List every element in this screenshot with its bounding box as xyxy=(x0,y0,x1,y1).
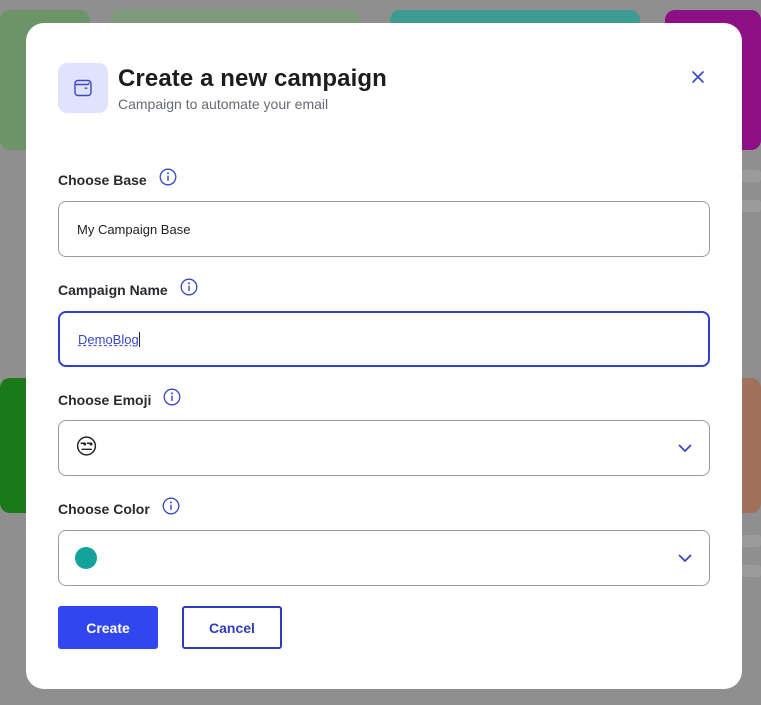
selected-emoji: 😒 xyxy=(75,435,98,460)
info-icon[interactable] xyxy=(163,388,181,406)
wallet-icon xyxy=(58,63,108,113)
color-select[interactable] xyxy=(58,530,710,586)
modal-subtitle: Campaign to automate your email xyxy=(118,96,329,112)
choose-emoji-label: Choose Emoji xyxy=(58,388,181,409)
choose-color-label: Choose Color xyxy=(58,497,180,518)
emoji-select[interactable]: 😒 xyxy=(58,420,710,476)
background-line xyxy=(740,170,761,182)
info-icon[interactable] xyxy=(180,278,198,296)
choose-color-label-text: Choose Color xyxy=(58,501,150,517)
info-icon[interactable] xyxy=(162,497,180,515)
choose-base-label: Choose Base xyxy=(58,168,177,189)
campaign-name-label-text: Campaign Name xyxy=(58,282,168,298)
campaign-name-value: DemoBlog xyxy=(78,331,139,347)
choose-emoji-label-text: Choose Emoji xyxy=(58,392,152,408)
create-button[interactable]: Create xyxy=(58,606,158,649)
text-caret xyxy=(138,331,140,347)
campaign-name-label: Campaign Name xyxy=(58,278,198,299)
base-input[interactable]: My Campaign Base xyxy=(58,201,710,257)
chevron-down-icon xyxy=(677,440,693,456)
campaign-name-input[interactable]: DemoBlog xyxy=(58,311,710,367)
info-icon[interactable] xyxy=(159,168,177,186)
cancel-button[interactable]: Cancel xyxy=(182,606,282,649)
close-icon[interactable] xyxy=(688,67,708,87)
background-line xyxy=(740,535,761,547)
background-line xyxy=(740,565,761,577)
background-line xyxy=(740,200,761,212)
create-campaign-modal: Create a new campaign Campaign to automa… xyxy=(26,23,742,689)
selected-color-swatch xyxy=(75,547,97,569)
chevron-down-icon xyxy=(677,550,693,566)
base-input-value: My Campaign Base xyxy=(77,221,191,237)
choose-base-label-text: Choose Base xyxy=(58,172,147,188)
modal-title: Create a new campaign xyxy=(118,65,387,92)
